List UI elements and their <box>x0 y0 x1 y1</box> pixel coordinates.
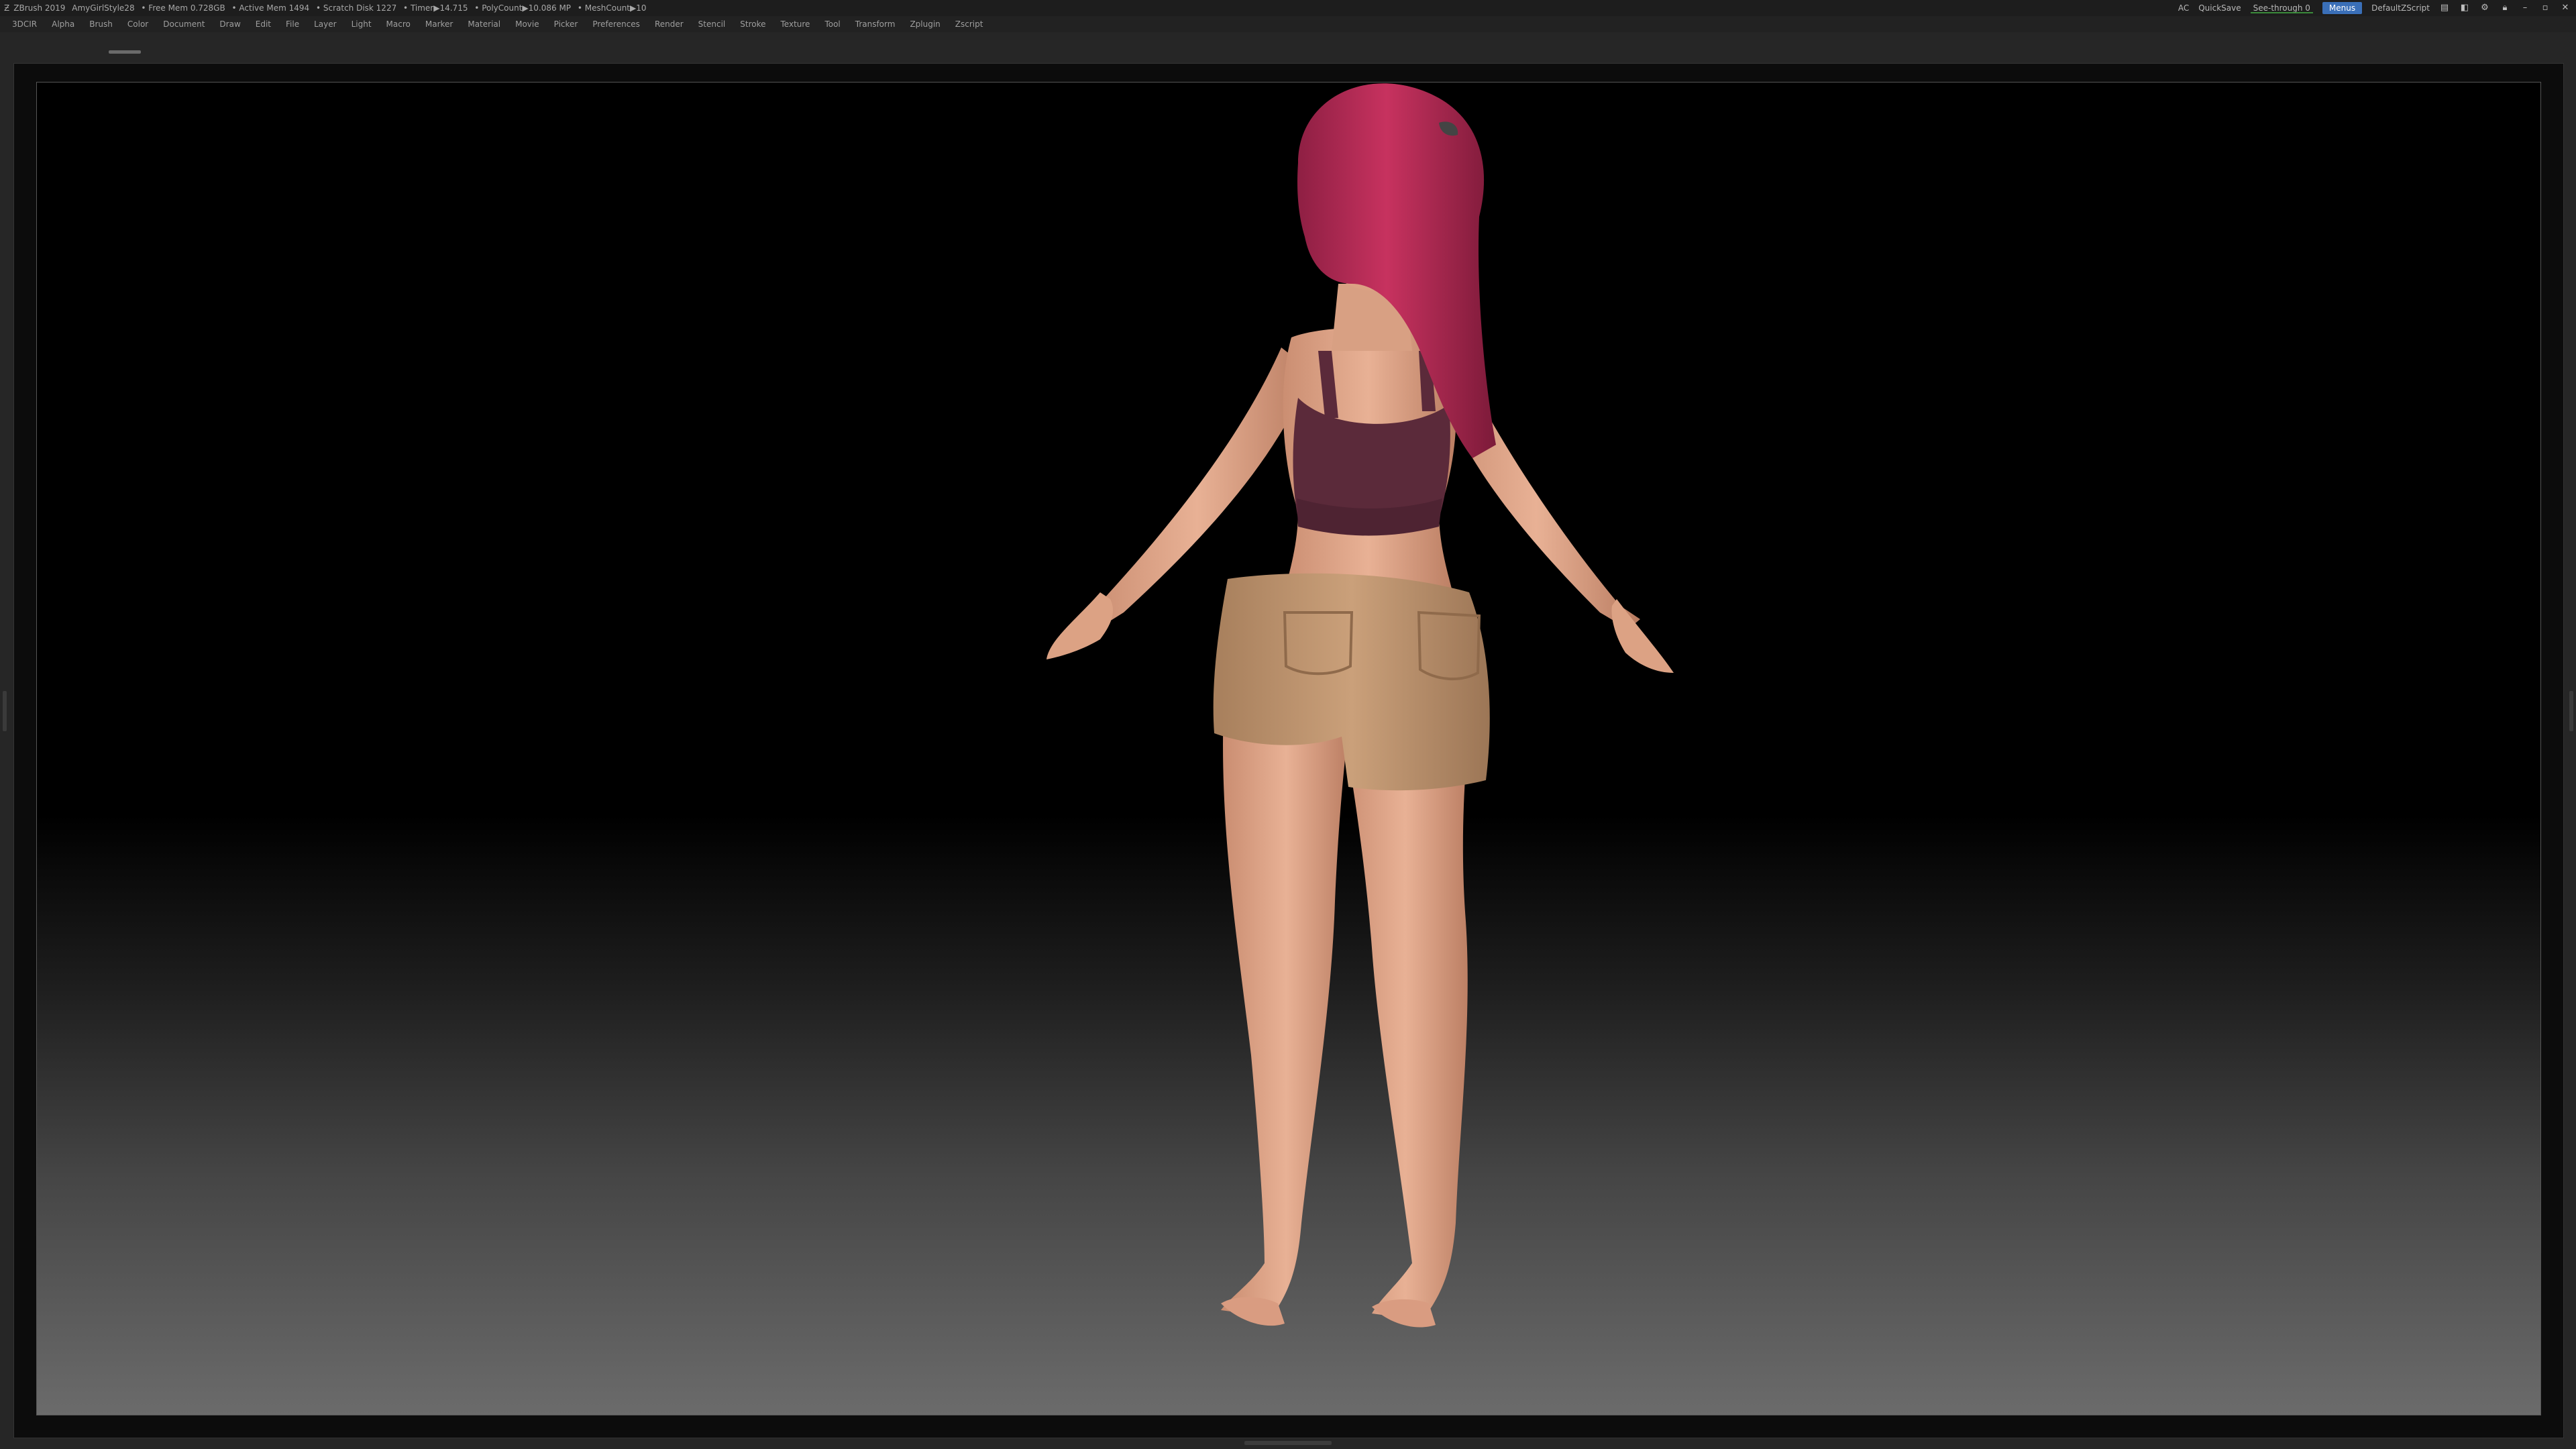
close-icon[interactable]: ✕ <box>2560 3 2571 13</box>
menu-item-transform[interactable]: Transform <box>855 16 896 32</box>
left-leg <box>1221 693 1352 1317</box>
menu-item-render[interactable]: Render <box>655 16 684 32</box>
layout-icon[interactable]: ▤ <box>2439 3 2450 13</box>
timer: • Timer▶14.715 <box>403 3 468 13</box>
menu-item-color[interactable]: Color <box>127 16 148 32</box>
menu-item-document[interactable]: Document <box>163 16 205 32</box>
menu-item-layer[interactable]: Layer <box>314 16 336 32</box>
default-zscript-button[interactable]: DefaultZScript <box>2371 0 2430 16</box>
see-through-label: See-through 0 <box>2253 3 2310 13</box>
right-foot <box>1372 1299 1436 1328</box>
top-shelf <box>0 32 2576 63</box>
script-icon[interactable]: ⚙ <box>2479 3 2490 13</box>
ac-button[interactable]: AC <box>2178 0 2189 16</box>
menu-item-movie[interactable]: Movie <box>515 16 539 32</box>
left-side-tab[interactable] <box>3 691 7 731</box>
right-hand <box>1611 599 1674 673</box>
maximize-icon[interactable]: ▫ <box>2540 3 2551 13</box>
menu-item-zscript[interactable]: Zscript <box>955 16 983 32</box>
menu-item-material[interactable]: Material <box>468 16 500 32</box>
free-mem: • Free Mem 0.728GB <box>141 3 225 13</box>
palette-icon[interactable]: ◧ <box>2459 3 2470 13</box>
lock-icon[interactable]: 🔒︎ <box>2500 3 2510 13</box>
menu-item-brush[interactable]: Brush <box>89 16 113 32</box>
menu-item-light[interactable]: Light <box>352 16 372 32</box>
right-leg <box>1338 700 1472 1320</box>
poly-count: • PolyCount▶10.086 MP <box>474 3 572 13</box>
menu-item-3dcir[interactable]: 3DCIR <box>12 16 37 32</box>
menu-item-stencil[interactable]: Stencil <box>698 16 726 32</box>
figure-shapes <box>1046 83 1674 1328</box>
menus-button[interactable]: Menus <box>2322 2 2363 14</box>
menu-item-file[interactable]: File <box>286 16 299 32</box>
mesh-count: • MeshCount▶10 <box>577 3 647 13</box>
zbrush-logo-icon: Ƶ <box>4 3 10 13</box>
menu-item-tool[interactable]: Tool <box>824 16 840 32</box>
right-side-tab[interactable] <box>2569 691 2573 731</box>
menu-item-edit[interactable]: Edit <box>256 16 271 32</box>
left-hand <box>1046 592 1114 659</box>
document-name: AmyGirlStyle28 <box>72 3 135 13</box>
minimize-icon[interactable]: – <box>2520 3 2530 13</box>
menu-item-alpha[interactable]: Alpha <box>52 16 74 32</box>
shelf-handle[interactable] <box>109 50 141 54</box>
title-controls: AC QuickSave See-through 0 Menus Default… <box>2178 0 2571 16</box>
title-bar: Ƶ ZBrush 2019 AmyGirlStyle28 • Free Mem 0… <box>0 0 2576 16</box>
menu-item-picker[interactable]: Picker <box>554 16 578 32</box>
character-model[interactable] <box>37 83 2540 1415</box>
see-through-slider[interactable]: See-through 0 <box>2250 0 2313 16</box>
active-mem: • Active Mem 1494 <box>231 3 310 13</box>
menu-item-preferences[interactable]: Preferences <box>592 16 640 32</box>
scratch-disk: • Scratch Disk 1227 <box>315 3 397 13</box>
bottom-shelf-handle[interactable] <box>1244 1441 1332 1445</box>
see-through-bar <box>2250 12 2313 13</box>
menu-item-marker[interactable]: Marker <box>425 16 453 32</box>
menu-items: 3DCIR Alpha Brush Color Document Draw Edit File… <box>12 16 983 32</box>
menu-item-texture[interactable]: Texture <box>781 16 810 32</box>
menu-item-zplugin[interactable]: Zplugin <box>910 16 940 32</box>
app-title: ZBrush 2019 <box>13 3 66 13</box>
document-canvas[interactable] <box>36 82 2541 1415</box>
menu-item-macro[interactable]: Macro <box>386 16 411 32</box>
quicksave-button[interactable]: QuickSave <box>2198 0 2241 16</box>
title-info: Ƶ ZBrush 2019 AmyGirlStyle28 • Free Mem 0… <box>4 0 651 16</box>
menu-item-draw[interactable]: Draw <box>219 16 240 32</box>
menu-bar: 3DCIR Alpha Brush Color Document Draw Edit File… <box>0 16 2576 32</box>
menu-item-stroke[interactable]: Stroke <box>740 16 765 32</box>
